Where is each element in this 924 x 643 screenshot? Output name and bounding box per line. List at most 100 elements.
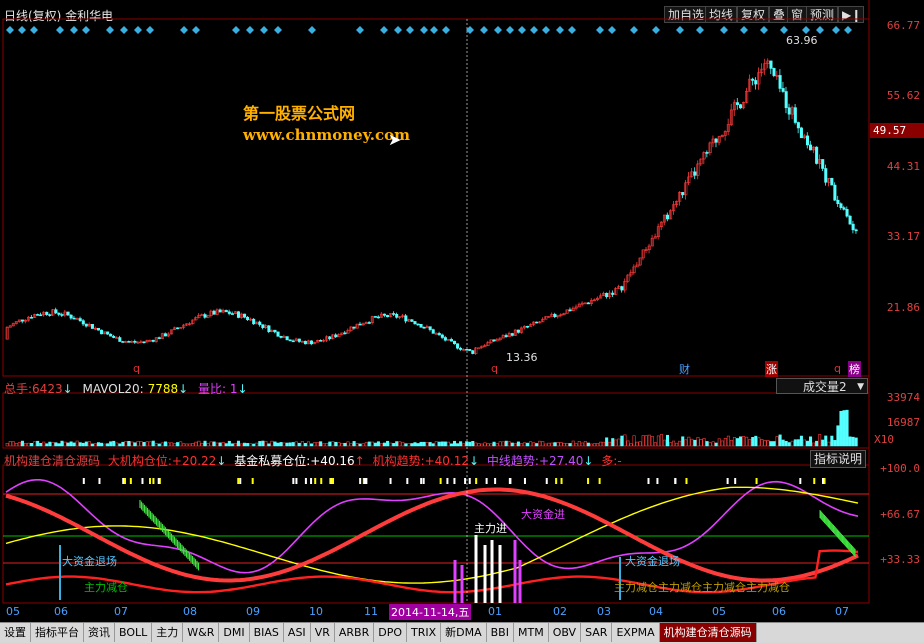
volume-bar xyxy=(57,443,61,447)
volume-bar xyxy=(185,443,189,447)
tab-indicator-platform[interactable]: 指标平台 xyxy=(31,623,84,642)
tab-mtm[interactable]: MTM xyxy=(514,623,549,642)
tab-trix[interactable]: TRIX xyxy=(407,623,442,642)
volume-bar xyxy=(115,442,119,447)
signal-diamond-icon xyxy=(630,26,638,34)
signal-diamond-icon xyxy=(780,26,788,34)
signal-bar xyxy=(799,478,802,484)
event-marker[interactable]: 财 xyxy=(679,361,690,377)
volume-bar xyxy=(775,436,779,447)
candle-body xyxy=(833,184,837,201)
tab-asi[interactable]: ASI xyxy=(284,623,311,642)
candlestick-series xyxy=(5,58,858,355)
tab-arbr[interactable]: ARBR xyxy=(335,623,375,642)
volume-bar xyxy=(127,441,131,447)
tab-dpo[interactable]: DPO xyxy=(374,623,407,642)
tab-obv[interactable]: OBV xyxy=(549,623,582,642)
candle-body xyxy=(739,104,743,109)
volume-bar xyxy=(337,442,341,447)
volume-bar xyxy=(355,443,359,447)
candle-body xyxy=(714,138,718,143)
tab-vr[interactable]: VR xyxy=(311,623,335,642)
tab-main-force[interactable]: 主力 xyxy=(152,623,184,642)
candle-body xyxy=(258,321,262,325)
x-tick: 11 xyxy=(364,605,378,618)
volume-bar xyxy=(739,436,743,447)
ratio-label: 量比: xyxy=(198,382,227,396)
current-price-badge: 49.57 xyxy=(870,123,924,138)
indicator-help-button[interactable]: 指标说明 xyxy=(810,450,867,468)
x-tick: 06 xyxy=(772,605,786,618)
tab-bias[interactable]: BIAS xyxy=(250,623,284,642)
candle-body xyxy=(553,313,557,318)
candle-body xyxy=(57,312,61,315)
volume-bar xyxy=(516,441,520,447)
volume-bar xyxy=(620,435,624,447)
volume-bar xyxy=(100,442,104,447)
volume-bar xyxy=(684,439,688,447)
signal-diamond-icon xyxy=(82,26,90,34)
high-price-label: 63.96 xyxy=(786,34,818,47)
signal-bar xyxy=(406,478,409,484)
candle-body xyxy=(830,177,834,186)
tab-settings[interactable]: 设置 xyxy=(0,623,31,642)
volume-bar xyxy=(386,440,390,447)
volume-bar xyxy=(577,441,581,447)
candle-body xyxy=(352,326,356,329)
volume-bar xyxy=(139,441,143,447)
candle-body xyxy=(319,340,323,342)
candle-body xyxy=(456,343,460,349)
candle-body xyxy=(54,309,58,314)
event-marker[interactable]: 涨 xyxy=(765,361,778,377)
event-marker[interactable]: 榜 xyxy=(848,361,861,377)
signal-bar xyxy=(464,478,467,484)
event-marker[interactable]: q xyxy=(491,362,498,375)
tab-boll[interactable]: BOLL xyxy=(115,623,153,642)
tab-dmi[interactable]: DMI xyxy=(219,623,250,642)
volume-bar xyxy=(623,434,627,447)
down-arrow-icon: ↓ xyxy=(178,382,189,396)
volume-bar xyxy=(5,442,9,447)
volume-bar xyxy=(583,441,587,447)
volume-bar xyxy=(629,443,633,447)
volume-bar xyxy=(63,441,67,447)
candle-body xyxy=(151,339,155,342)
indicator-dropdown[interactable]: 成交量2 ▼ xyxy=(776,378,868,394)
candle-body xyxy=(824,168,828,183)
candle-body xyxy=(471,350,475,354)
annotation-label: 大资金退场 xyxy=(62,555,117,568)
volume-bar xyxy=(735,438,740,447)
event-marker[interactable]: q xyxy=(133,362,140,375)
signal-bar xyxy=(314,478,317,484)
volume-bar xyxy=(379,443,384,447)
candle-body xyxy=(419,324,423,328)
volume-bar xyxy=(14,442,18,447)
volume-bar xyxy=(349,443,353,447)
dropdown-value: 成交量2 xyxy=(803,380,847,394)
volume-bar xyxy=(145,441,149,447)
mavol-value: 7788 xyxy=(147,382,179,396)
volume-bar xyxy=(507,441,511,447)
signal-diamond-icon xyxy=(274,26,282,34)
volume-bar xyxy=(209,441,213,447)
signal-bar xyxy=(598,478,601,484)
volume-bar xyxy=(422,441,426,447)
tab-news[interactable]: 资讯 xyxy=(84,623,115,642)
signal-bar xyxy=(509,478,512,484)
tab-bbi[interactable]: BBI xyxy=(487,623,514,642)
tab-expma[interactable]: EXPMA xyxy=(612,623,660,642)
tab-new-dma[interactable]: 新DMA xyxy=(441,623,487,642)
candle-body xyxy=(449,339,453,342)
tab-sar[interactable]: SAR xyxy=(581,623,613,642)
volume-bar xyxy=(407,443,411,447)
tab-wr[interactable]: W&R xyxy=(183,623,220,642)
volume-bar xyxy=(565,443,569,447)
event-marker[interactable]: q xyxy=(834,362,841,375)
candle-body xyxy=(769,60,773,69)
tab-institution-indicator[interactable]: 机构建仓清仓源码 xyxy=(659,623,757,642)
volume-bar xyxy=(325,443,329,447)
candle-body xyxy=(836,199,840,204)
volume-bar xyxy=(340,442,344,447)
volume-bar xyxy=(459,441,463,447)
volume-bar xyxy=(656,435,660,447)
